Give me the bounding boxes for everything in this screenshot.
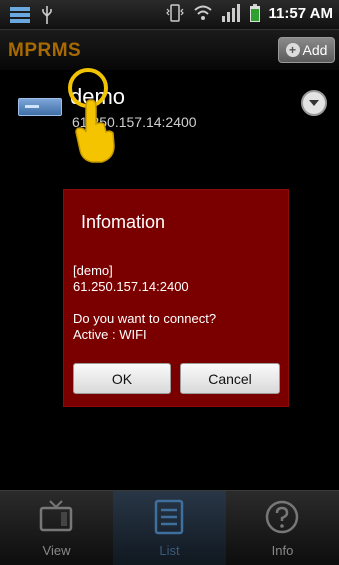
app-title: MPRMS bbox=[8, 40, 82, 61]
dialog-address-line: 61.250.157.14:2400 bbox=[73, 279, 189, 294]
tab-list[interactable]: List bbox=[113, 491, 226, 565]
dialog-server-line: [demo] bbox=[73, 263, 113, 278]
usb-icon bbox=[42, 6, 52, 24]
tab-info[interactable]: Info bbox=[226, 491, 339, 565]
bottom-tab-bar: View List Info bbox=[0, 490, 339, 565]
wifi-icon bbox=[193, 5, 212, 20]
battery-icon bbox=[249, 4, 260, 22]
tab-view-label: View bbox=[42, 543, 71, 558]
add-button[interactable]: + Add bbox=[278, 37, 335, 63]
cancel-button[interactable]: Cancel bbox=[180, 363, 280, 394]
dialog-message: [demo] 61.250.157.14:2400 Do you want to… bbox=[73, 263, 216, 343]
server-icon bbox=[18, 98, 62, 116]
server-list-item[interactable]: demo 61.250.157.14:2400 bbox=[0, 78, 339, 138]
ok-button[interactable]: OK bbox=[73, 363, 171, 394]
menu-icon bbox=[10, 7, 30, 23]
tv-icon bbox=[39, 500, 73, 532]
tab-view[interactable]: View bbox=[0, 491, 113, 565]
add-button-label: Add bbox=[302, 42, 328, 58]
vibrate-icon bbox=[165, 4, 184, 22]
plus-icon: + bbox=[285, 43, 300, 57]
tab-list-label: List bbox=[159, 543, 180, 558]
server-options-button[interactable] bbox=[301, 90, 327, 116]
info-icon bbox=[265, 500, 299, 534]
chevron-down-icon bbox=[309, 100, 319, 106]
server-address: 61.250.157.14:2400 bbox=[72, 114, 197, 130]
status-bar: 11:57 AM bbox=[0, 0, 339, 30]
list-icon bbox=[154, 499, 184, 535]
dialog-title: Infomation bbox=[81, 212, 166, 232]
server-name: demo bbox=[70, 84, 126, 109]
app-bar: MPRMS + Add bbox=[0, 30, 339, 70]
dialog-question: Do you want to connect? bbox=[73, 311, 217, 326]
info-dialog: Infomation [demo] 61.250.157.14:2400 Do … bbox=[63, 189, 289, 407]
tab-info-label: Info bbox=[271, 543, 294, 558]
dialog-active-line: Active : WIFI bbox=[73, 327, 147, 342]
status-time: 11:57 AM bbox=[268, 4, 333, 22]
signal-icon bbox=[221, 4, 240, 22]
